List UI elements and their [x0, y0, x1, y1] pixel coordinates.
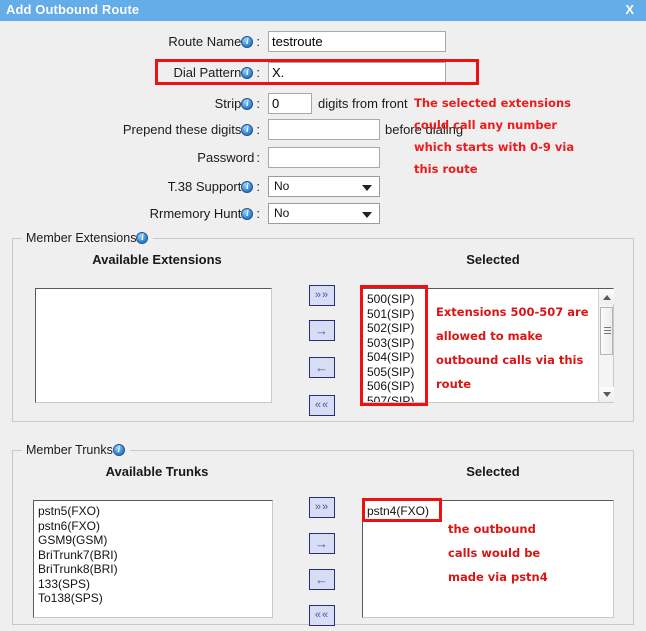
member-trunks-legend: Member Trunks	[22, 442, 130, 457]
available-trunks-list[interactable]: pstn5(FXO) pstn6(FXO) GSM9(GSM) BriTrunk7(B…	[33, 500, 273, 618]
add-outbound-route-dialog: Add Outbound Route X Route Name: Dial Pa…	[0, 0, 646, 631]
list-item[interactable]: 133(SPS)	[34, 577, 272, 592]
password-label: Password:	[197, 150, 260, 165]
list-item[interactable]: pstn5(FXO)	[34, 504, 272, 519]
info-icon[interactable]	[241, 96, 254, 110]
list-item[interactable]: pstn6(FXO)	[34, 519, 272, 534]
t38-support-label: T.38 Support:	[0, 176, 260, 197]
available-extensions-list[interactable]	[35, 288, 272, 403]
trunks-add-one-button[interactable]: →	[309, 533, 335, 554]
info-icon[interactable]	[112, 442, 125, 456]
dial-pattern-label: Dial Pattern:	[0, 62, 260, 83]
list-item[interactable]: GSM9(GSM)	[34, 533, 272, 548]
member-extensions-legend: Member Extensions	[22, 230, 154, 245]
prepend-label: Prepend these digits:	[0, 119, 260, 140]
list-item[interactable]: To138(SPS)	[34, 591, 272, 606]
available-trunks-header: Available Trunks	[105, 464, 209, 479]
scroll-down-icon[interactable]	[599, 387, 614, 402]
route-name-label: Route Name:	[0, 31, 260, 52]
info-icon[interactable]	[241, 65, 254, 79]
list-item[interactable]: 507(SIP)	[363, 394, 613, 403]
scrollbar-thumb[interactable]	[600, 307, 613, 355]
dial-pattern-input[interactable]	[268, 62, 446, 83]
list-item[interactable]: BriTrunk8(BRI)	[34, 562, 272, 577]
t38-support-value: No	[274, 179, 290, 193]
info-icon[interactable]	[241, 34, 254, 48]
dialog-title: Add Outbound Route	[6, 2, 140, 17]
password-input[interactable]	[268, 147, 380, 168]
strip-suffix-label: digits from front	[318, 96, 408, 111]
strip-label: Strip:	[0, 93, 260, 114]
extensions-remove-all-button[interactable]: ««	[309, 395, 335, 416]
chevron-down-icon	[362, 212, 372, 218]
scroll-up-icon[interactable]	[599, 289, 614, 304]
dialog-titlebar: Add Outbound Route X	[0, 0, 646, 21]
info-icon[interactable]	[241, 179, 254, 193]
rrmemory-hunt-value: No	[274, 206, 290, 220]
strip-input[interactable]	[268, 93, 312, 114]
info-icon[interactable]	[136, 230, 149, 244]
dial-pattern-row: Dial Pattern:	[0, 62, 646, 83]
rrmemory-hunt-label: Rrmemory Hunt:	[0, 203, 260, 224]
close-icon[interactable]: X	[625, 2, 634, 17]
available-extensions-header: Available Extensions	[92, 252, 222, 267]
chevron-down-icon	[362, 185, 372, 191]
selected-extensions-header: Selected	[466, 252, 520, 267]
list-item[interactable]: pstn4(FXO)	[363, 504, 613, 519]
rrmemory-hunt-row: Rrmemory Hunt: No	[0, 203, 646, 224]
route-name-input[interactable]	[268, 31, 446, 52]
rrmemory-hunt-select[interactable]: No	[268, 203, 380, 224]
list-item[interactable]: BriTrunk7(BRI)	[34, 548, 272, 563]
list-item[interactable]: 506(SIP)	[363, 379, 613, 394]
extensions-add-one-button[interactable]: →	[309, 320, 335, 341]
trunks-add-all-button[interactable]: »»	[309, 497, 335, 518]
route-name-row: Route Name:	[0, 31, 646, 52]
selected-trunks-header: Selected	[466, 464, 520, 479]
t38-support-select[interactable]: No	[268, 176, 380, 197]
selected-extensions-scrollbar[interactable]	[598, 289, 614, 402]
prepend-input[interactable]	[268, 119, 380, 140]
trunks-remove-one-button[interactable]: ←	[309, 569, 335, 590]
info-icon[interactable]	[241, 122, 254, 136]
t38-support-row: T.38 Support: No	[0, 176, 646, 197]
info-icon[interactable]	[241, 206, 254, 220]
trunks-remove-all-button[interactable]: ««	[309, 605, 335, 626]
extensions-remove-one-button[interactable]: ←	[309, 357, 335, 378]
extensions-add-all-button[interactable]: »»	[309, 285, 335, 306]
